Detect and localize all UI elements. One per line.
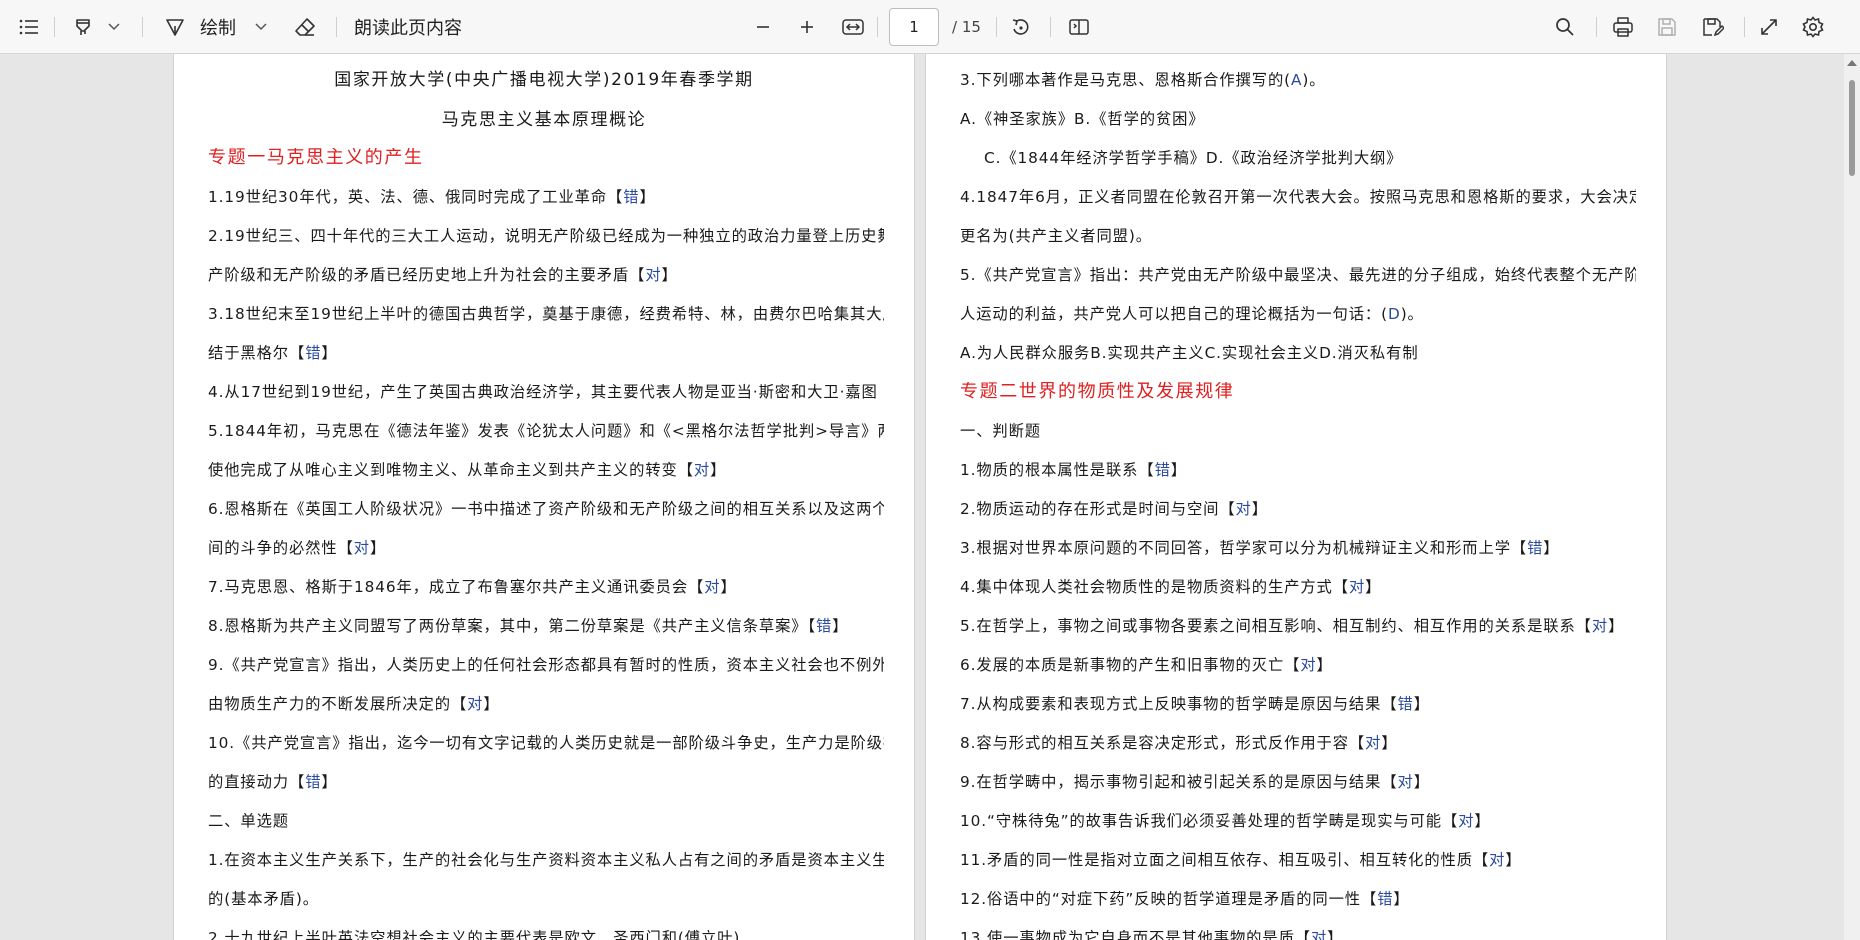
page-title: 国家开放大学(中央广播电视大学)2019年春季学期 <box>334 70 754 90</box>
settings-icon[interactable] <box>1798 0 1828 54</box>
option-line: A.《神圣家族》B.《哲学的贫困》 <box>960 110 1205 128</box>
question-line: 3.下列哪本著作是马克思、恩格斯合作撰写的(A)。 <box>960 71 1326 89</box>
draw-label[interactable]: 绘制 <box>200 0 236 54</box>
highlight-icon[interactable] <box>68 0 98 54</box>
question-line: 9.《共产党宣言》指出，人类历史上的任何社会形态都具有暂时的性质，资本主义社会也… <box>208 656 884 674</box>
question-line: 10.《共产党宣言》指出，迄今一切有文字记载的人类历史就是一部阶级斗争史，生产力… <box>208 734 884 752</box>
question-line: 12.俗语中的“对症下药”反映的哲学道理是矛盾的同一性【错】 <box>960 890 1410 908</box>
toolbar-separator <box>142 17 143 37</box>
page-total: / 15 <box>952 18 981 36</box>
save-as-icon[interactable] <box>1698 0 1728 54</box>
print-icon[interactable] <box>1608 0 1638 54</box>
question-line: 6.发展的本质是新事物的产生和旧事物的灭亡【对】 <box>960 656 1333 674</box>
question-line: 结于黑格尔【错】 <box>208 344 338 362</box>
search-icon[interactable] <box>1550 0 1580 54</box>
read-aloud-button[interactable]: 朗读此页内容 <box>354 0 462 54</box>
zoom-in-icon[interactable] <box>792 0 822 54</box>
question-line: 5.《共产党宣言》指出：共产党由无产阶级中最坚决、最先进的分子组成，始终代表整个… <box>960 266 1636 284</box>
question-line: 7.从构成要素和表现方式上反映事物的哲学畴是原因与结果【错】 <box>960 695 1430 713</box>
question-line: 8.恩格斯为共产主义同盟写了两份草案，其中，第二份草案是《共产主义信条草案》【错… <box>208 617 849 635</box>
question-line: 2.物质运动的存在形式是时间与空间【对】 <box>960 500 1268 518</box>
toolbar-separator <box>336 17 337 37</box>
question-line: 4.集中体现人类社会物质性的是物质资料的生产方式【对】 <box>960 578 1382 596</box>
question-line: 5.在哲学上，事物之间或事物各要素之间相互影响、相互制约、相互作用的关系是联系【… <box>960 617 1625 635</box>
toolbar-separator <box>996 17 997 37</box>
question-line: 1.在资本主义生产关系下，生产的社会化与生产资料资本主义私人占有之间的矛盾是资本… <box>208 851 884 869</box>
section-heading: 专题一马克思主义的产生 <box>208 148 424 168</box>
question-line: 1.物质的根本属性是联系【错】 <box>960 461 1187 479</box>
subsection-heading: 一、判断题 <box>960 422 1041 440</box>
question-line: 2.19世纪三、四十年代的三大工人运动，说明无产阶级已经成为一种独立的政治力量登… <box>208 227 884 245</box>
eraser-icon[interactable] <box>290 0 320 54</box>
rotate-icon[interactable] <box>1006 0 1036 54</box>
question-line: 7.马克思恩、格斯于1846年，成立了布鲁塞尔共产主义通讯委员会【对】 <box>208 578 737 596</box>
contents-icon[interactable] <box>14 0 44 54</box>
save-icon[interactable] <box>1652 0 1682 54</box>
question-line: 8.容与形式的相互关系是容决定形式，形式反作用于容【对】 <box>960 734 1398 752</box>
chevron-down-icon[interactable] <box>102 0 126 54</box>
question-line: 13.使一事物成为它自身而不是其他事物的是质【对】 <box>960 929 1344 940</box>
fullscreen-icon[interactable] <box>1754 0 1784 54</box>
vertical-scrollbar[interactable] <box>1844 54 1860 940</box>
question-line: 4.1847年6月，正义者同盟在伦敦召开第一次代表大会。按照马克思和恩格斯的要求… <box>960 188 1636 206</box>
question-line: 11.矛盾的同一性是指对立面之间相互依存、相互吸引、相互转化的性质【对】 <box>960 851 1522 869</box>
section-heading: 专题二世界的物质性及发展规律 <box>960 382 1235 402</box>
question-line: 9.在哲学畴中，揭示事物引起和被引起关系的是原因与结果【对】 <box>960 773 1430 791</box>
draw-icon[interactable] <box>160 0 190 54</box>
question-line: 3.18世纪末至19世纪上半叶的德国古典哲学，奠基于康德，经费希特、林，由费尔巴… <box>208 305 884 323</box>
option-line: A.为人民群众服务B.实现共产主义C.实现社会主义D.消灭私有制 <box>960 344 1419 362</box>
question-line: 4.从17世纪到19世纪，产生了英国古典政治经济学，其主要代表人物是亚当·斯密和… <box>208 383 884 401</box>
question-line: 由物质生产力的不断发展所决定的【对】 <box>208 695 500 713</box>
toolbar-separator <box>1744 17 1745 37</box>
toolbar-separator <box>1596 17 1597 37</box>
toolbar-separator <box>877 17 878 37</box>
scroll-up-icon[interactable] <box>1847 60 1857 66</box>
pdf-toolbar: 绘制 朗读此页内容 1 / 15 <box>0 0 1860 54</box>
question-line: 间的斗争的必然性【对】 <box>208 539 387 557</box>
question-line: 1.19世纪30年代，英、法、德、俄同时完成了工业革命【错】 <box>208 188 656 206</box>
page-number-input[interactable]: 1 <box>889 8 939 46</box>
question-line: 2.十九世纪上半叶英法空想社会主义的主要代表是欧文、圣西门和(傅立叶) <box>208 929 741 940</box>
toolbar-separator <box>1050 17 1051 37</box>
toolbar-separator <box>54 17 55 37</box>
question-line: 的直接动力【错】 <box>208 773 338 791</box>
question-line: 使他完成了从唯心主义到唯物主义、从革命主义到共产主义的转变【对】 <box>208 461 727 479</box>
question-line: 更名为(共产主义者同盟)。 <box>960 227 1152 245</box>
question-line: 产阶级和无产阶级的矛盾已经历史地上升为社会的主要矛盾【对】 <box>208 266 678 284</box>
subsection-heading: 二、单选题 <box>208 812 289 830</box>
document-page-left: 国家开放大学(中央广播电视大学)2019年春季学期 马克思主义基本原理概论 专题… <box>174 54 914 940</box>
question-line: 的(基本矛盾)。 <box>208 890 319 908</box>
document-page-right: 3.下列哪本著作是马克思、恩格斯合作撰写的(A)。 A.《神圣家族》B.《哲学的… <box>926 54 1666 940</box>
question-line: 5.1844年初，马克思在《德法年鉴》发表《论犹太人问题》和《<黑格尔法哲学批判… <box>208 422 884 440</box>
question-line: 3.根据对世界本原问题的不同回答，哲学家可以分为机械辩证主义和形而上学【错】 <box>960 539 1560 557</box>
option-line: C.《1844年经济学哲学手稿》D.《政治经济学批判大纲》 <box>984 149 1403 167</box>
zoom-out-icon[interactable] <box>748 0 778 54</box>
scroll-thumb[interactable] <box>1849 80 1855 176</box>
page-view-icon[interactable] <box>1064 0 1094 54</box>
fit-width-icon[interactable] <box>838 0 868 54</box>
course-title: 马克思主义基本原理概论 <box>441 110 647 130</box>
question-line: 6.恩格斯在《英国工人阶级状况》一书中描述了资产阶级和无产阶级之间的相互关系以及… <box>208 500 884 518</box>
chevron-down-icon[interactable] <box>249 0 273 54</box>
question-line: 人运动的利益，共产党人可以把自己的理论概括为一句话：(D)。 <box>960 305 1424 323</box>
question-line: 10.“守株待兔”的故事告诉我们必须妥善处理的哲学畴是现实与可能【对】 <box>960 812 1491 830</box>
